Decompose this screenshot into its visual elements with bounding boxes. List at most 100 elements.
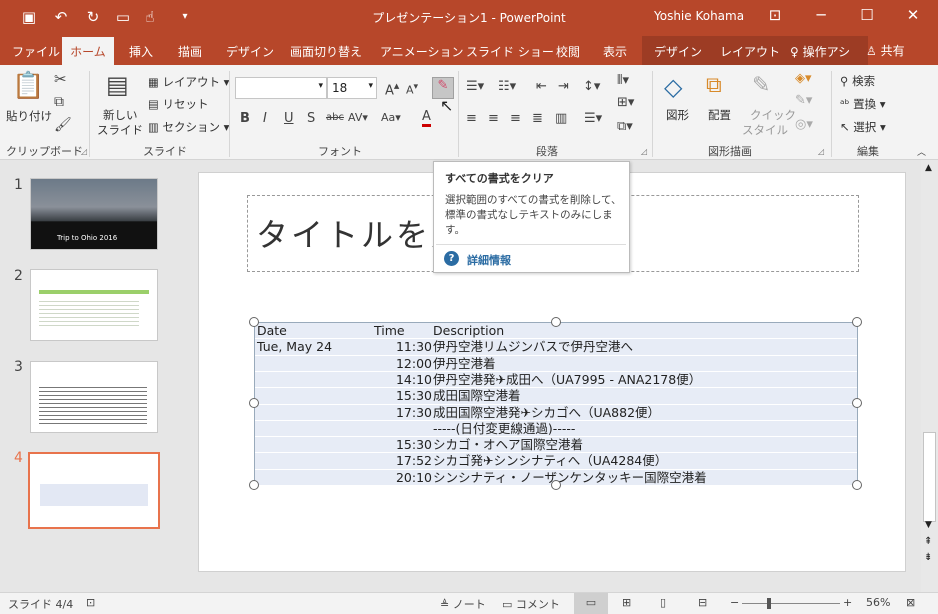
table-row[interactable]: -----(日付変更線通過)----- <box>255 420 857 438</box>
slide-thumbnail-4[interactable] <box>28 452 160 529</box>
tab-file[interactable]: ファイル <box>12 43 60 60</box>
proofing-icon[interactable]: ⊡ <box>86 596 95 609</box>
description-cell[interactable]: 伊丹空港発✈成田へ（UA7995 - ANA2178便） <box>433 372 701 388</box>
slideshow-view-icon[interactable]: ⊟ <box>698 596 707 609</box>
paste-label[interactable]: 貼り付け <box>6 108 52 124</box>
resize-handle[interactable] <box>852 317 862 327</box>
tab-table-design[interactable]: デザイン <box>654 43 702 60</box>
tab-table-layout[interactable]: レイアウト <box>720 43 780 60</box>
italic-icon[interactable]: I <box>263 111 267 126</box>
align-left-icon[interactable]: ≡ <box>466 111 477 126</box>
time-cell[interactable]: 20:10 <box>396 470 432 486</box>
shape-outline-icon[interactable]: ✎▾ <box>795 93 812 108</box>
time-cell[interactable]: 15:30 <box>396 388 432 404</box>
description-cell[interactable]: 伊丹空港リムジンバスで伊丹空港へ <box>433 339 633 355</box>
maximize-button[interactable]: ☐ <box>852 6 882 24</box>
scroll-thumb[interactable] <box>923 432 936 522</box>
comments-button[interactable]: ▭ コメント <box>502 596 560 612</box>
scroll-up-icon[interactable]: ▲ <box>925 163 932 173</box>
resize-handle[interactable] <box>249 398 259 408</box>
previous-slide-icon[interactable]: ⇞ <box>924 536 932 547</box>
next-slide-icon[interactable]: ⇟ <box>924 552 932 563</box>
fit-to-window-icon[interactable]: ⊠ <box>906 596 915 609</box>
time-cell[interactable]: 17:30 <box>396 405 432 421</box>
drawing-launcher-icon[interactable]: ◿ <box>818 147 824 156</box>
tooltip-more-info-link[interactable]: 詳細情報 <box>467 252 511 268</box>
zoom-level[interactable]: 56% <box>866 596 890 609</box>
quick-styles-icon[interactable]: ✎ <box>752 73 770 98</box>
find-button[interactable]: ⚲ 検索 <box>840 73 875 89</box>
new-slide-label-1[interactable]: 新しい <box>103 107 138 123</box>
description-cell[interactable]: -----(日付変更線通過)----- <box>433 421 575 437</box>
close-button[interactable]: ✕ <box>898 6 928 24</box>
time-cell[interactable]: 11:30 <box>396 339 432 355</box>
table-row[interactable]: Tue, May 24 11:30 伊丹空港リムジンバスで伊丹空港へ <box>255 339 857 356</box>
time-cell[interactable]: 17:52 <box>396 453 432 469</box>
date-cell[interactable]: Date <box>257 323 287 339</box>
resize-handle[interactable] <box>249 317 259 327</box>
vertical-scrollbar[interactable]: ▲ ▼ ⇞ ⇟ <box>921 160 938 592</box>
shapes-icon[interactable]: ◇ <box>664 73 682 101</box>
description-cell[interactable]: 伊丹空港着 <box>433 356 496 372</box>
strikethrough-icon[interactable]: abc <box>326 112 344 123</box>
normal-view-icon[interactable]: ▭ <box>574 593 608 614</box>
tab-animations[interactable]: アニメーション <box>380 43 464 60</box>
scroll-down-icon[interactable]: ▼ <box>925 520 932 530</box>
increase-font-icon[interactable]: A▴ <box>385 79 399 98</box>
notes-button[interactable]: ≜ ノート <box>440 596 486 612</box>
schedule-table[interactable]: Date Time Description Tue, May 24 11:30 伊丹空港リ… <box>254 322 858 487</box>
resize-handle[interactable] <box>852 480 862 490</box>
new-slide-icon[interactable]: ▤ <box>106 71 129 99</box>
description-cell[interactable]: 成田国際空港着 <box>433 388 521 404</box>
table-row[interactable]: 17:52 シカゴ発✈シンシナティへ（UA4284便） <box>255 453 857 470</box>
align-text-icon[interactable]: ⊞▾ <box>617 95 634 110</box>
minimize-button[interactable]: ─ <box>806 6 836 24</box>
zoom-slider-thumb[interactable] <box>766 598 771 609</box>
text-direction-icon[interactable]: ⫴▾ <box>617 73 629 88</box>
time-cell[interactable]: 14:10 <box>396 372 432 388</box>
zoom-out-icon[interactable]: − <box>730 596 739 609</box>
time-cell[interactable]: Time <box>374 323 405 339</box>
new-slide-label-2[interactable]: スライド <box>97 122 143 138</box>
table-row[interactable]: 15:30 シカゴ・オヘア国際空港着 <box>255 437 857 454</box>
shapes-label[interactable]: 図形 <box>666 107 689 123</box>
tab-insert[interactable]: 挿入 <box>129 43 153 60</box>
share-button[interactable]: ♙ 共有 <box>866 42 905 59</box>
justify-icon[interactable]: ≣ <box>532 111 543 126</box>
shape-fill-icon[interactable]: ◈▾ <box>795 71 812 86</box>
arrange-label[interactable]: 配置 <box>708 107 731 123</box>
description-cell[interactable]: 成田国際空港発✈シカゴへ（UA882便） <box>433 405 660 421</box>
tab-transitions[interactable]: 画面切り替え <box>290 43 362 60</box>
date-cell[interactable]: Tue, May 24 <box>257 339 332 355</box>
resize-handle[interactable] <box>249 480 259 490</box>
decrease-indent-icon[interactable]: ⇤ <box>536 79 547 94</box>
table-row[interactable]: 12:00 伊丹空港着 <box>255 355 857 372</box>
font-size-combo[interactable]: 18 ▾ <box>327 77 377 99</box>
tell-me-box[interactable]: ♀ 操作アシ <box>790 43 850 60</box>
description-cell[interactable]: シンシナティ・ノーザンケンタッキー国際空港着 <box>433 470 707 486</box>
tab-home[interactable]: ホーム <box>62 37 114 65</box>
shadow-icon[interactable]: S <box>307 111 315 126</box>
format-painter-icon[interactable]: 🖌 <box>54 117 72 133</box>
description-cell[interactable]: シカゴ発✈シンシナティへ（UA4284便） <box>433 453 667 469</box>
slide-thumbnail-2[interactable] <box>30 269 158 341</box>
paste-icon[interactable]: 📋 <box>12 71 44 101</box>
table-row[interactable]: 15:30 成田国際空港着 <box>255 388 857 405</box>
clipboard-launcher-icon[interactable]: ◿ <box>81 147 87 156</box>
font-color-icon[interactable]: A <box>422 109 431 127</box>
resize-handle[interactable] <box>852 398 862 408</box>
bold-icon[interactable]: B <box>240 111 250 126</box>
replace-button[interactable]: ᵃᵇ 置換 ▾ <box>840 96 886 112</box>
columns-icon[interactable]: ☰▾ <box>584 111 602 126</box>
slide-thumbnail-3[interactable] <box>30 361 158 433</box>
collapse-ribbon-icon[interactable]: ︿ <box>917 145 926 158</box>
ribbon-display-icon[interactable]: ⊡ <box>760 6 790 24</box>
tab-view[interactable]: 表示 <box>603 43 627 60</box>
tab-slideshow[interactable]: スライド ショー <box>466 43 554 60</box>
zoom-in-icon[interactable]: + <box>843 596 852 609</box>
align-right-icon[interactable]: ≡ <box>510 111 521 126</box>
time-cell[interactable]: 15:30 <box>396 437 432 453</box>
quick-styles-label-1[interactable]: クイック <box>750 107 796 123</box>
line-spacing-icon[interactable]: ↕▾ <box>583 79 600 94</box>
tab-review[interactable]: 校閲 <box>556 43 580 60</box>
